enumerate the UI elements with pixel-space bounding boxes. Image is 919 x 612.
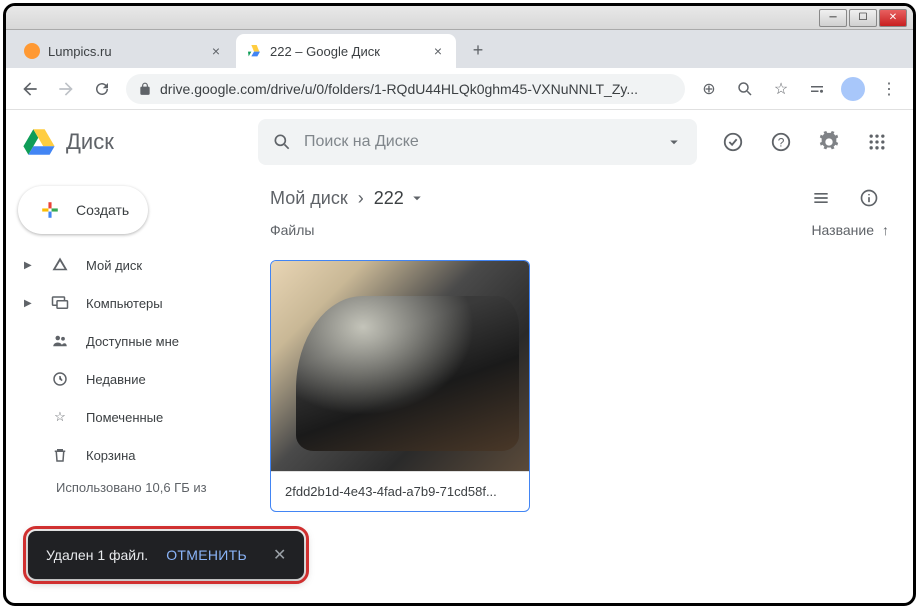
list-view-icon[interactable]: [801, 178, 841, 218]
bookmark-star-icon[interactable]: ☆: [769, 77, 793, 101]
extensions-icon[interactable]: [805, 77, 829, 101]
sidebar-item-trash[interactable]: Корзина: [6, 436, 248, 474]
drive-logo-icon: [22, 125, 56, 159]
sort-arrow-up-icon: ↑: [882, 222, 889, 238]
search-dropdown-icon[interactable]: [665, 133, 683, 151]
dropdown-icon: [408, 189, 426, 207]
breadcrumb-root[interactable]: Мой диск: [270, 188, 348, 209]
sort-control[interactable]: Название ↑: [811, 222, 889, 238]
plus-icon: [36, 196, 64, 224]
url-input[interactable]: drive.google.com/drive/u/0/folders/1-RQd…: [126, 74, 685, 104]
reload-button[interactable]: [90, 77, 114, 101]
breadcrumb: Мой диск › 222: [270, 174, 889, 222]
window-close-button[interactable]: ✕: [879, 9, 907, 27]
sidebar-item-label: Доступные мне: [86, 334, 179, 349]
search-placeholder: Поиск на Диске: [304, 133, 419, 151]
window-maximize-button[interactable]: ☐: [849, 9, 877, 27]
computers-icon: [50, 293, 70, 313]
file-card[interactable]: 2fdd2b1d-4e43-4fad-a7b9-71cd58f...: [270, 260, 530, 512]
ready-offline-icon[interactable]: [713, 122, 753, 162]
url-text: drive.google.com/drive/u/0/folders/1-RQd…: [160, 81, 673, 97]
toast-undo-button[interactable]: ОТМЕНИТЬ: [166, 547, 247, 563]
apps-grid-icon[interactable]: [857, 122, 897, 162]
trash-icon: [50, 445, 70, 465]
search-input[interactable]: Поиск на Диске: [258, 119, 697, 165]
sidebar-item-computers[interactable]: ▶ Компьютеры: [6, 284, 248, 322]
address-bar: drive.google.com/drive/u/0/folders/1-RQd…: [6, 68, 913, 110]
window-titlebar: ─ ☐ ✕: [6, 6, 913, 30]
sidebar-item-label: Корзина: [86, 448, 136, 463]
create-button[interactable]: Создать: [18, 186, 148, 234]
tab-title: 222 – Google Диск: [270, 44, 380, 59]
search-icon: [272, 132, 292, 152]
chevron-right-icon: ▶: [24, 260, 34, 271]
recent-icon: [50, 369, 70, 389]
toast-message: Удален 1 файл.: [46, 547, 148, 563]
chevron-right-icon: ▶: [24, 298, 34, 309]
file-name: 2fdd2b1d-4e43-4fad-a7b9-71cd58f...: [271, 471, 529, 511]
zoom-indicator-icon[interactable]: ⊕: [697, 77, 721, 101]
settings-gear-icon[interactable]: [809, 122, 849, 162]
toast-close-icon[interactable]: ✕: [265, 545, 294, 565]
create-label: Создать: [76, 202, 129, 218]
section-label: Файлы: [270, 222, 314, 238]
drive-favicon-icon: [246, 43, 262, 59]
starred-icon: ☆: [50, 407, 70, 427]
tab-title: Lumpics.ru: [48, 44, 112, 59]
tab-close-icon[interactable]: ×: [430, 43, 446, 59]
browser-tabs-bar: Lumpics.ru × 222 – Google Диск × +: [6, 30, 913, 68]
tab-close-icon[interactable]: ×: [208, 43, 224, 59]
shared-icon: [50, 331, 70, 351]
sidebar-item-label: Мой диск: [86, 258, 142, 273]
forward-button[interactable]: [54, 77, 78, 101]
sidebar-item-label: Компьютеры: [86, 296, 163, 311]
sidebar-item-starred[interactable]: ☆ Помеченные: [6, 398, 248, 436]
breadcrumb-current[interactable]: 222: [374, 188, 426, 209]
profile-avatar[interactable]: [841, 77, 865, 101]
file-thumbnail: [271, 261, 529, 471]
sidebar-item-mydrive[interactable]: ▶ Мой диск: [6, 246, 248, 284]
storage-text: Использовано 10,6 ГБ из: [6, 474, 262, 495]
new-tab-button[interactable]: +: [464, 36, 492, 64]
sidebar-item-recent[interactable]: Недавние: [6, 360, 248, 398]
favicon-icon: [24, 43, 40, 59]
back-button[interactable]: [18, 77, 42, 101]
info-icon[interactable]: [849, 178, 889, 218]
drive-icon: [50, 255, 70, 275]
lock-icon: [138, 82, 152, 96]
browser-tab-active[interactable]: 222 – Google Диск ×: [236, 34, 456, 68]
chevron-right-icon: ›: [358, 188, 364, 209]
browser-menu-icon[interactable]: ⋮: [877, 77, 901, 101]
sidebar-item-shared[interactable]: Доступные мне: [6, 322, 248, 360]
app-header: Диск Поиск на Диске ?: [6, 110, 913, 174]
toast-notification: Удален 1 файл. ОТМЕНИТЬ ✕: [28, 531, 304, 579]
search-engine-icon[interactable]: [733, 77, 757, 101]
svg-text:?: ?: [778, 136, 785, 150]
browser-tab[interactable]: Lumpics.ru ×: [14, 34, 234, 68]
content-area: Мой диск › 222 Файлы На: [262, 174, 913, 603]
help-icon[interactable]: ?: [761, 122, 801, 162]
sidebar-item-label: Помеченные: [86, 410, 163, 425]
sidebar-item-label: Недавние: [86, 372, 146, 387]
drive-logo[interactable]: Диск: [22, 125, 242, 159]
window-minimize-button[interactable]: ─: [819, 9, 847, 27]
app-name: Диск: [66, 129, 114, 155]
